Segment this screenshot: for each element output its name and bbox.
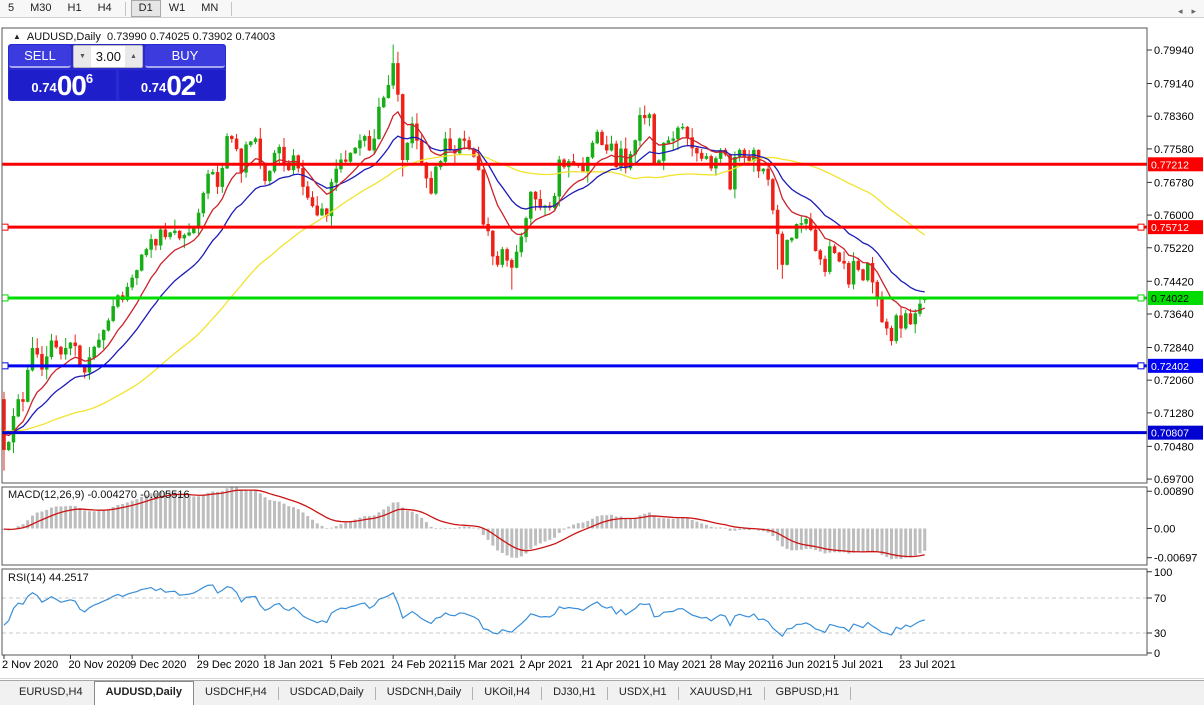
sell-price-prefix: 0.74 bbox=[31, 80, 57, 95]
hline-handle[interactable] bbox=[1, 223, 9, 231]
rsi-axis: 100 70 30 0 bbox=[1147, 567, 1172, 660]
svg-text:2 Nov 2020: 2 Nov 2020 bbox=[2, 659, 58, 671]
buy-price-pips: 02 bbox=[166, 70, 196, 100]
svg-text:0.78360: 0.78360 bbox=[1154, 111, 1194, 123]
sell-price-point: 6 bbox=[85, 71, 94, 86]
svg-text:0.72840: 0.72840 bbox=[1154, 342, 1194, 354]
svg-text:2 Apr 2021: 2 Apr 2021 bbox=[519, 659, 572, 671]
svg-text:5 Jul 2021: 5 Jul 2021 bbox=[833, 659, 884, 671]
rsi-line bbox=[3, 584, 925, 638]
svg-text:70: 70 bbox=[1154, 593, 1166, 605]
svg-text:0.76780: 0.76780 bbox=[1154, 177, 1194, 189]
mt4-chart-window: 5 M30 H1 H4 D1 W1 MN 0.77212 0.75712 0.74022 0.72… bbox=[0, 0, 1204, 705]
hline-price-tag-text: 0.74022 bbox=[1151, 293, 1189, 305]
svg-text:100: 100 bbox=[1154, 567, 1172, 579]
volume-input[interactable] bbox=[91, 46, 125, 67]
date-axis: 2 Nov 2020 20 Nov 2020 9 Dec 2020 29 Dec 20… bbox=[2, 655, 956, 671]
hline-price-tag-text: 0.77212 bbox=[1151, 159, 1189, 171]
rsi-indicator-label: RSI(14) 44.2517 bbox=[8, 572, 89, 584]
svg-text:0.74420: 0.74420 bbox=[1154, 276, 1194, 288]
collapse-panel-icon[interactable]: ▲ bbox=[13, 33, 21, 41]
svg-text:0.00: 0.00 bbox=[1154, 524, 1175, 536]
svg-text:10 May 2021: 10 May 2021 bbox=[643, 659, 707, 671]
macd-indicator-label: MACD(12,26,9) -0.004270 -0.005516 bbox=[8, 489, 190, 501]
hline-price-tag-text: 0.72402 bbox=[1151, 361, 1189, 373]
hline-0.70807[interactable]: 0.70807 bbox=[2, 425, 1203, 440]
svg-text:0.77580: 0.77580 bbox=[1154, 144, 1194, 156]
svg-text:18 Jan 2021: 18 Jan 2021 bbox=[263, 659, 324, 671]
svg-text:23 Jul 2021: 23 Jul 2021 bbox=[899, 659, 956, 671]
hline-price-tag-text: 0.75712 bbox=[1151, 222, 1189, 234]
price-axis: 0.79940 0.79140 0.78360 0.77580 0.76780 0.760… bbox=[1147, 45, 1194, 486]
sell-button[interactable]: SELL bbox=[9, 45, 71, 68]
pane-borders bbox=[0, 27, 1204, 679]
hline-0.72402[interactable]: 0.72402 bbox=[1, 358, 1203, 373]
svg-text:0.70480: 0.70480 bbox=[1154, 441, 1194, 453]
svg-text:28 May 2021: 28 May 2021 bbox=[709, 659, 773, 671]
svg-text:20 Nov 2020: 20 Nov 2020 bbox=[68, 659, 130, 671]
hline-handle[interactable] bbox=[1, 362, 9, 370]
buy-price-prefix: 0.74 bbox=[140, 80, 167, 95]
svg-text:0.71280: 0.71280 bbox=[1154, 408, 1194, 420]
svg-text:30: 30 bbox=[1154, 628, 1166, 640]
hline-handle[interactable] bbox=[1137, 223, 1145, 231]
svg-text:0: 0 bbox=[1154, 648, 1160, 660]
svg-text:0.75220: 0.75220 bbox=[1154, 243, 1194, 255]
svg-text:15 Mar 2021: 15 Mar 2021 bbox=[453, 659, 515, 671]
buy-button[interactable]: BUY bbox=[145, 45, 225, 68]
svg-text:9 Dec 2020: 9 Dec 2020 bbox=[130, 659, 186, 671]
buy-price-display[interactable]: 0.74 02 0 bbox=[118, 70, 225, 100]
svg-text:5 Feb 2021: 5 Feb 2021 bbox=[329, 659, 385, 671]
svg-text:0.79940: 0.79940 bbox=[1154, 45, 1194, 57]
chart-title-row: ▲ AUDUSD,Daily 0.73990 0.74025 0.73902 0… bbox=[13, 31, 275, 43]
ma-mid-line bbox=[3, 135, 925, 435]
svg-text:16 Jun 2021: 16 Jun 2021 bbox=[771, 659, 832, 671]
svg-text:21 Apr 2021: 21 Apr 2021 bbox=[581, 659, 640, 671]
svg-text:0.79140: 0.79140 bbox=[1154, 79, 1194, 91]
volume-decrease-button[interactable]: ▼ bbox=[74, 46, 91, 67]
sell-price-display[interactable]: 0.74 00 6 bbox=[9, 70, 116, 100]
svg-text:0.73640: 0.73640 bbox=[1154, 309, 1194, 321]
buy-price-point: 0 bbox=[195, 71, 203, 86]
hline-handle[interactable] bbox=[1137, 362, 1145, 370]
svg-text:0.00890: 0.00890 bbox=[1154, 486, 1194, 498]
svg-text:0.72060: 0.72060 bbox=[1154, 375, 1194, 387]
svg-text:-0.00697: -0.00697 bbox=[1154, 553, 1197, 565]
candlestick-series bbox=[2, 44, 927, 471]
svg-text:0.76000: 0.76000 bbox=[1154, 210, 1194, 222]
chart-symbol-title: AUDUSD,Daily 0.73990 0.74025 0.73902 0.7… bbox=[26, 31, 276, 43]
hline-0.75712[interactable]: 0.75712 bbox=[1, 220, 1203, 235]
macd-axis: 0.00890 0.00 -0.00697 bbox=[1147, 486, 1197, 565]
svg-text:29 Dec 2020: 29 Dec 2020 bbox=[197, 659, 259, 671]
svg-text:0.69700: 0.69700 bbox=[1154, 474, 1194, 486]
hline-handle[interactable] bbox=[1137, 294, 1145, 302]
hline-price-tag-text: 0.70807 bbox=[1151, 428, 1189, 440]
svg-text:24 Feb 2021: 24 Feb 2021 bbox=[391, 659, 453, 671]
rsi-level-lines bbox=[2, 597, 1147, 634]
chart-canvas[interactable]: 0.772120.757120.740220.724020.708070.799… bbox=[0, 0, 1204, 705]
volume-spinner: ▼ ▲ bbox=[73, 45, 143, 68]
hline-0.74022[interactable]: 0.74022 bbox=[1, 290, 1203, 305]
sell-price-pips: 00 bbox=[56, 70, 87, 100]
hline-handle[interactable] bbox=[1, 294, 9, 302]
chart-ohlc-values: 0.73990 0.74025 0.73902 0.74003 bbox=[107, 31, 276, 43]
volume-increase-button[interactable]: ▲ bbox=[125, 46, 142, 67]
one-click-trading-panel: SELL ▼ ▲ BUY 0.74006 0.74020 bbox=[8, 44, 226, 101]
